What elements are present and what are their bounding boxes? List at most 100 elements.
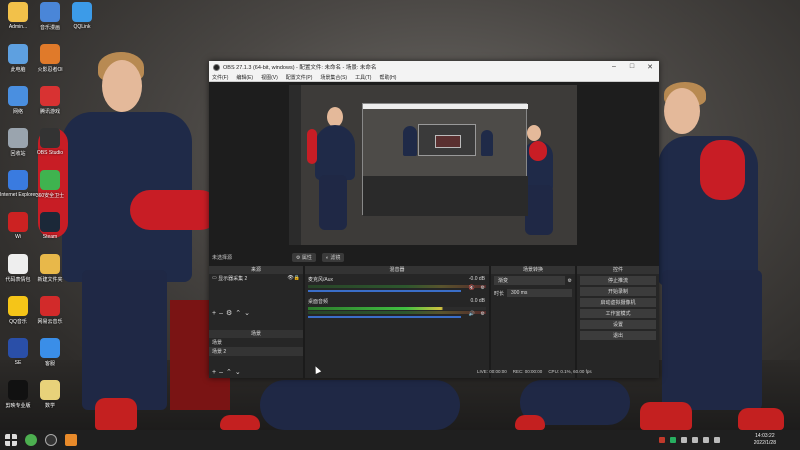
app-icon: [40, 254, 60, 274]
app-icon: [40, 212, 60, 232]
desktop-icon[interactable]: 360安全卫士: [32, 170, 68, 199]
desktop-icon[interactable]: 此电脑: [0, 44, 36, 73]
desktop-icon-label: 音乐漫画: [39, 25, 60, 31]
desktop-icon[interactable]: 网易云音乐: [32, 296, 68, 325]
volume-meter: [308, 285, 486, 288]
desktop-icon[interactable]: 回收站: [0, 128, 36, 157]
menu-edit[interactable]: 编辑(E): [236, 74, 253, 81]
scene-up-icon[interactable]: ⌃: [226, 369, 235, 376]
desktop-icon[interactable]: QQ音乐: [0, 296, 36, 325]
settings-button[interactable]: 设置: [580, 320, 656, 329]
scene-item[interactable]: 场景: [209, 338, 303, 347]
volume-icon[interactable]: [714, 437, 720, 443]
desktop-icon[interactable]: SE: [0, 338, 36, 366]
maximize-icon[interactable]: □: [623, 63, 641, 71]
stop-streaming-button[interactable]: 停止推流: [580, 276, 656, 285]
rec-status: REC: 00:00:00: [512, 369, 543, 374]
studio-mode-button[interactable]: 工作室模式: [580, 309, 656, 318]
duration-input[interactable]: 300 ms: [507, 289, 572, 297]
lock-icon[interactable]: 🔒: [294, 275, 300, 282]
desktop-icon[interactable]: 新建文件夹: [32, 254, 68, 283]
transition-settings-icon[interactable]: ⚙: [568, 278, 572, 284]
menu-file[interactable]: 文件(F): [212, 74, 228, 81]
desktop-icon[interactable]: 客服: [32, 338, 68, 367]
network-icon[interactable]: [703, 437, 709, 443]
start-virtual-camera-button[interactable]: 启动虚拟摄像机: [580, 298, 656, 307]
desktop-icon[interactable]: 剪映专业版: [0, 380, 36, 409]
desktop-icon[interactable]: 腾讯游戏: [32, 86, 68, 115]
desktop-icon[interactable]: 音乐漫画: [32, 2, 68, 31]
window-titlebar[interactable]: OBS 27.1.3 (64-bit, windows) - 配置文件: 未命名…: [209, 61, 659, 73]
filters-button[interactable]: ◐ 滤镜: [321, 253, 345, 262]
source-item[interactable]: ▭ 显示器采集 2 👁 🔒: [209, 274, 303, 283]
desktop-icon[interactable]: Admin...: [0, 2, 36, 30]
source-settings-icon[interactable]: ⚙: [226, 310, 235, 317]
wallpaper-person-seated: [260, 380, 460, 430]
desktop-icon[interactable]: OBS Studio: [32, 128, 68, 156]
exit-button[interactable]: 退出: [580, 331, 656, 340]
properties-label: 属性: [301, 255, 312, 261]
tray-icon[interactable]: [681, 437, 687, 443]
app-icon: [40, 338, 60, 358]
channel-settings-icon[interactable]: ⚙: [481, 285, 485, 291]
desktop-icon-label: Wi: [15, 234, 21, 240]
mute-icon[interactable]: 🔇: [469, 285, 475, 291]
volume-fader[interactable]: [308, 290, 462, 292]
browser-icon[interactable]: [25, 434, 37, 446]
menu-bar: 文件(F) 编辑(E) 视图(V) 配置文件(P) 场景集合(S) 工具(T) …: [209, 73, 659, 82]
desktop-icon[interactable]: 火影忍者Ol: [32, 44, 68, 73]
speaker-icon[interactable]: 🔊: [469, 311, 475, 317]
channel-settings-icon[interactable]: ⚙: [481, 311, 485, 317]
menu-tools[interactable]: 工具(T): [355, 74, 371, 81]
live-status: LIVE: 00:00:00: [477, 369, 507, 374]
desktop-icon[interactable]: QQLink: [64, 2, 100, 30]
move-down-icon[interactable]: ⌄: [244, 310, 253, 317]
menu-help[interactable]: 帮助(H): [379, 74, 396, 81]
remove-scene-icon[interactable]: –: [219, 369, 226, 376]
transition-select-row: 渐变 ⚙: [491, 274, 575, 287]
properties-button[interactable]: ⚙ 属性: [292, 253, 316, 262]
tray-icon[interactable]: [670, 437, 676, 443]
app-icon: [40, 170, 60, 190]
wallpaper-shoe: [220, 415, 260, 430]
cpu-status: CPU: 0.1%, 60.00 fps: [548, 369, 592, 374]
app-icon: [40, 296, 60, 316]
desktop-icon[interactable]: Internet Explorer: [0, 170, 37, 198]
app-taskbar-icon[interactable]: [65, 434, 77, 446]
app-icon: [8, 2, 28, 22]
scene-item[interactable]: 场景 2: [209, 347, 303, 356]
close-icon[interactable]: ✕: [641, 63, 659, 71]
app-icon: [8, 296, 28, 316]
menu-view[interactable]: 视图(V): [261, 74, 278, 81]
desktop-icon[interactable]: 网络: [0, 86, 36, 115]
tray-icon[interactable]: [692, 437, 698, 443]
menu-scene-collection[interactable]: 场景集合(S): [320, 74, 347, 81]
move-up-icon[interactable]: ⌃: [235, 310, 244, 317]
tray-icon[interactable]: [659, 437, 665, 443]
desktop-icon[interactable]: Wi: [0, 212, 36, 240]
transition-type-select[interactable]: 渐变: [494, 276, 565, 285]
remove-source-icon[interactable]: –: [219, 310, 226, 317]
taskbar-clock[interactable]: 14:03:22 2022/1/28: [754, 433, 776, 447]
minimize-icon[interactable]: –: [605, 63, 623, 71]
obs-logo-icon: [213, 63, 220, 71]
start-recording-button[interactable]: 开始录制: [580, 287, 656, 296]
app-icon: [8, 338, 28, 358]
desktop-icon-label: 360安全卫士: [35, 193, 65, 199]
menu-profile[interactable]: 配置文件(P): [286, 74, 313, 81]
obs-taskbar-icon[interactable]: [45, 434, 57, 446]
status-bar: LIVE: 00:00:00 REC: 00:00:00 CPU: 0.1%, …: [477, 369, 592, 374]
desktop-icon[interactable]: Steam: [32, 212, 68, 240]
scene-down-icon[interactable]: ⌄: [235, 369, 244, 376]
desktop-icon-label: OBS Studio: [36, 150, 64, 156]
desktop-icon-label: 网络: [12, 109, 23, 115]
wallpaper-shoe-right: [515, 415, 545, 430]
app-icon: [8, 212, 28, 232]
app-icon: [40, 86, 60, 106]
desktop-icon[interactable]: 数学: [32, 380, 68, 409]
app-icon: [8, 254, 28, 274]
start-menu-icon[interactable]: [5, 434, 17, 446]
volume-fader[interactable]: [308, 316, 462, 318]
desktop-icon[interactable]: 代码表情包: [0, 254, 36, 283]
desktop-icon-label: 新建文件夹: [37, 277, 63, 283]
